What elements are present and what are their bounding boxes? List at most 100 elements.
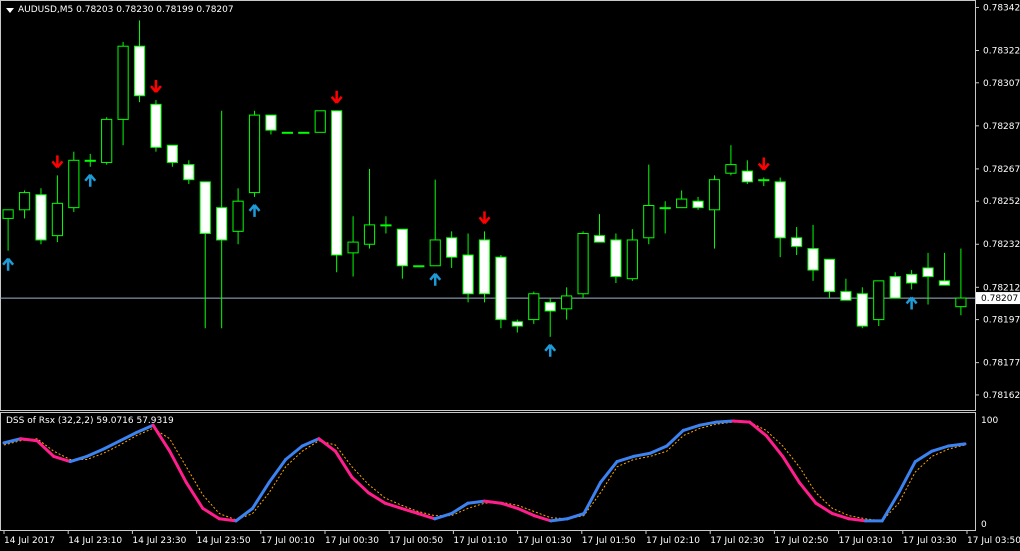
buy-arrow-icon	[544, 344, 557, 357]
candle-body	[544, 301, 556, 312]
dss-main-segment	[284, 444, 304, 462]
candle-body	[166, 144, 178, 163]
candle-body	[462, 254, 474, 295]
dss-main-segment	[118, 430, 139, 443]
time-label: 17 Jul 00:50	[389, 536, 443, 546]
time-axis: 14 Jul 2017 14 Jul 23:10 14 Jul 23:30 14 Ju…	[3, 530, 1020, 546]
dss-main-segment	[681, 423, 702, 432]
candle-body	[248, 114, 261, 194]
candle-body	[413, 265, 425, 268]
time-label: 17 Jul 01:10	[453, 536, 507, 546]
dss-main-segment	[251, 480, 271, 510]
candle-body	[758, 179, 770, 182]
candle-body	[577, 232, 589, 295]
candle-body	[873, 280, 885, 321]
candle-body	[626, 239, 638, 280]
candle-body	[347, 241, 359, 254]
candle-body	[676, 198, 688, 209]
time-label: 14 Jul 23:50	[197, 536, 251, 546]
indicator-axis-label: 100	[981, 416, 998, 426]
dss-main-segment	[516, 506, 536, 518]
candle-body	[265, 114, 277, 131]
dss-main-segment	[400, 506, 420, 516]
dss-main-segment	[433, 512, 453, 521]
dss-lines-layer	[2, 419, 967, 523]
buy-arrow-icon	[905, 296, 918, 310]
chart-canvas[interactable]: 0.78342 0.78322 0.78307 0.78287 0.78267 0.782…	[0, 0, 1020, 551]
candle-body	[840, 291, 852, 301]
dss-main-segment	[101, 439, 122, 451]
dss-main-segment	[184, 480, 205, 510]
price-label: 0.78342	[983, 3, 1020, 13]
time-label: 17 Jul 01:50	[582, 536, 636, 546]
indicator-values: 59.0716 57.9319	[96, 416, 174, 426]
candle-body	[51, 202, 63, 237]
buy-arrow-icon	[84, 173, 97, 187]
candle-body	[511, 321, 523, 327]
dss-main-segment	[946, 442, 967, 448]
dss-main-segment	[913, 449, 934, 464]
candle-body	[216, 207, 228, 241]
candle-body	[101, 118, 113, 163]
candle-body	[922, 267, 934, 278]
current-price-label: 0.78207	[981, 294, 1018, 304]
dss-main-segment	[797, 480, 818, 505]
candle-body	[593, 235, 606, 243]
candle-body	[495, 256, 507, 321]
dss-main-segment	[565, 512, 586, 521]
candle-body	[791, 237, 803, 247]
sell-arrow-icon	[757, 157, 770, 171]
dss-main-segment	[582, 480, 602, 516]
time-label: 17 Jul 00:10	[261, 536, 315, 546]
candle-body	[429, 239, 441, 267]
candle-body	[643, 205, 655, 239]
price-label: 0.78267	[983, 165, 1020, 175]
chart-menu-arrow-icon[interactable]	[6, 8, 14, 13]
candle-body	[298, 131, 310, 134]
price-axis: 0.78342 0.78322 0.78307 0.78287 0.78267 0.782…	[975, 3, 1020, 401]
candle-body	[117, 45, 129, 120]
dss-main-segment	[615, 454, 636, 464]
time-label: 17 Jul 02:30	[710, 536, 764, 546]
candle-body	[774, 181, 786, 239]
sell-arrow-icon	[51, 155, 64, 169]
candle-body	[856, 293, 868, 327]
candle-body	[478, 239, 491, 295]
price-label: 0.78232	[983, 240, 1020, 250]
dss-main-segment	[350, 475, 371, 495]
candle-body	[446, 237, 458, 258]
dss-main-segment	[168, 449, 188, 484]
sell-arrow-icon	[330, 90, 343, 104]
ohlc-values: 0.78203 0.78230 0.78199 0.78207	[76, 5, 234, 15]
time-label: 14 Jul 23:30	[132, 536, 186, 546]
dss-main-segment	[748, 420, 768, 438]
time-label: 17 Jul 00:30	[325, 536, 379, 546]
chart-window[interactable]: 0.78342 0.78322 0.78307 0.78287 0.78267 0.782…	[0, 0, 1020, 551]
candle-body	[314, 110, 326, 133]
indicator-panel-frame: 100 0	[0, 412, 998, 531]
candle-body	[725, 164, 737, 174]
time-label: 17 Jul 02:10	[646, 536, 700, 546]
candle-body	[150, 103, 162, 148]
candle-body	[528, 293, 540, 321]
time-label: 17 Jul 01:30	[518, 536, 572, 546]
candle-body	[396, 228, 408, 267]
dss-main-segment	[814, 501, 834, 516]
price-label: 0.78212	[983, 283, 1020, 293]
dss-main-segment	[665, 428, 685, 448]
candle-body	[84, 159, 96, 162]
dss-main-segment	[416, 512, 437, 521]
candle-body	[331, 110, 343, 256]
dss-main-segment	[19, 437, 39, 443]
candle-body	[183, 164, 195, 181]
dss-main-segment	[930, 444, 950, 453]
candle-body	[380, 224, 392, 227]
candle-body	[659, 207, 671, 210]
dss-main-segment	[217, 517, 238, 523]
price-label: 0.78307	[983, 79, 1020, 89]
dss-main-segment	[317, 437, 337, 453]
indicator-header: DSS of Rsx (32,2,2) 59.0716 57.9319	[6, 416, 174, 426]
dss-main-segment	[367, 491, 387, 505]
candle-body	[561, 295, 573, 310]
dss-main-segment	[847, 517, 868, 523]
